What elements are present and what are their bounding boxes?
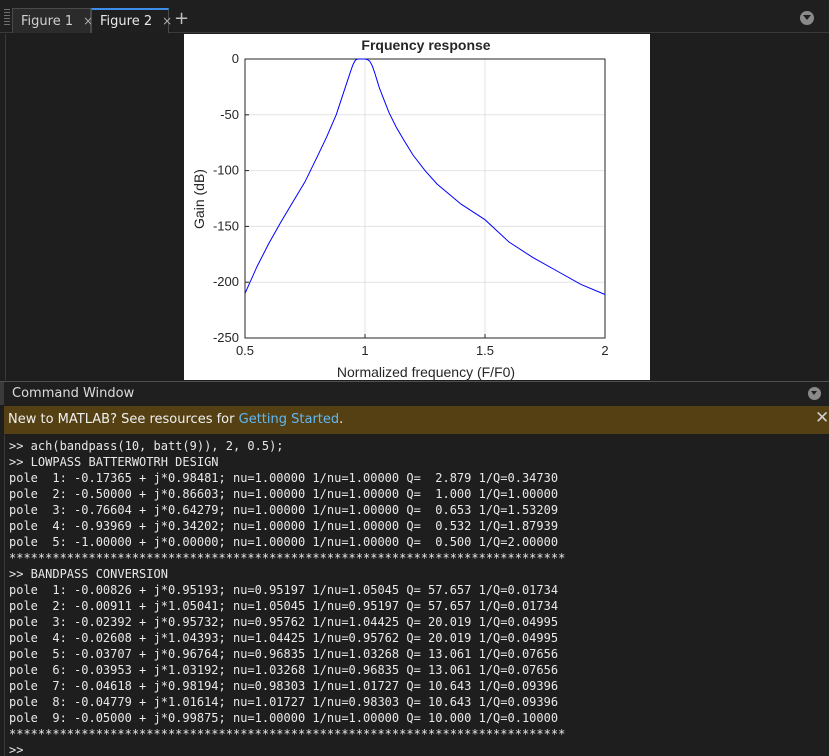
command-prompt[interactable]: >> xyxy=(9,742,23,756)
y-tick-label: -50 xyxy=(220,107,239,122)
tab-label: Figure 2 xyxy=(100,14,153,29)
axis-ticks: 0.5 1 1.5 2 0 -50 -100 -150 -200 -250 xyxy=(213,51,609,358)
close-icon[interactable]: × xyxy=(162,14,172,28)
figure-tab-bar: Figure 1 × Figure 2 × + xyxy=(0,0,829,33)
output-lines: >> ach(bandpass(10, batt(9)), 2, 0.5); >>… xyxy=(9,438,565,742)
getting-started-link[interactable]: Getting Started xyxy=(239,412,340,427)
console-line: pole 7: -0.04618 + j*0.98194; nu=0.98303… xyxy=(9,679,559,693)
banner-message: New to MATLAB? See resources for Getting… xyxy=(8,412,343,427)
x-tick-label: 2 xyxy=(601,343,608,358)
console-line: pole 4: -0.02608 + j*1.04393; nu=1.04425… xyxy=(9,631,559,645)
figure-canvas[interactable]: 0.5 1 1.5 2 0 -50 -100 -150 -200 -250 Frquency re… xyxy=(184,34,650,380)
console-line: pole 9: -0.05000 + j*0.99875; nu=1.00000… xyxy=(9,711,559,725)
plot-title: Frquency response xyxy=(361,37,490,53)
y-tick-label: -150 xyxy=(213,218,239,233)
getting-started-banner: New to MATLAB? See resources for Getting… xyxy=(4,406,829,434)
y-axis-label: Gain (dB) xyxy=(191,169,207,229)
tab-label: Figure 1 xyxy=(21,14,74,29)
y-tick-label: -200 xyxy=(213,274,239,289)
x-tick-label: 0.5 xyxy=(236,343,254,358)
banner-suffix: . xyxy=(339,412,344,427)
console-line: pole 2: -0.50000 + j*0.86603; nu=1.00000… xyxy=(9,487,559,501)
console-line: pole 6: -0.03953 + j*1.03192; nu=1.03268… xyxy=(9,663,559,677)
panel-menu-chevron-icon[interactable] xyxy=(808,387,821,400)
drag-handle-icon[interactable] xyxy=(4,9,10,25)
console-line: pole 3: -0.02392 + j*0.95732; nu=0.95762… xyxy=(9,615,559,629)
console-line: pole 1: -0.17365 + j*0.98481; nu=1.00000… xyxy=(9,471,559,485)
figure-area: 0.5 1 1.5 2 0 -50 -100 -150 -200 -250 Frquency re… xyxy=(0,34,829,380)
x-tick-label: 1.5 xyxy=(476,343,494,358)
console-line: >> ach(bandpass(10, batt(9)), 2, 0.5); xyxy=(9,439,284,453)
close-icon[interactable]: ✕ xyxy=(815,409,829,427)
tab-figure-2[interactable]: Figure 2 × xyxy=(91,8,172,33)
console-line: >> LOWPASS BATTERWOTRH DESIGN xyxy=(9,455,219,469)
console-line: pole 5: -0.03707 + j*0.96764; nu=0.96835… xyxy=(9,647,559,661)
console-line: pole 8: -0.04779 + j*1.01614; nu=1.01727… xyxy=(9,695,559,709)
tab-figure-1[interactable]: Figure 1 × xyxy=(12,8,93,33)
add-tab-button[interactable]: + xyxy=(174,8,189,30)
console-line: pole 3: -0.76604 + j*0.64279; nu=1.00000… xyxy=(9,503,559,517)
frequency-response-plot[interactable]: 0.5 1 1.5 2 0 -50 -100 -150 -200 -250 Frquency re… xyxy=(184,34,650,380)
y-tick-label: -250 xyxy=(213,330,239,345)
console-line: >> BANDPASS CONVERSION xyxy=(9,567,168,581)
console-line: pole 4: -0.93969 + j*0.34202; nu=1.00000… xyxy=(9,519,559,533)
y-tick-label: 0 xyxy=(232,51,239,66)
tab-menu-chevron-icon[interactable] xyxy=(800,11,814,25)
console-line: pole 5: -1.00000 + j*0.00000; nu=1.00000… xyxy=(9,535,559,549)
console-line: pole 1: -0.00826 + j*0.95193; nu=0.95197… xyxy=(9,583,559,597)
axes-box xyxy=(244,58,606,339)
console-line: ****************************************… xyxy=(9,727,566,741)
divider xyxy=(5,34,6,380)
y-tick-label: -100 xyxy=(213,163,239,178)
command-window-header: Command Window xyxy=(0,382,829,405)
gain-curve xyxy=(244,58,606,295)
console-line: pole 2: -0.00911 + j*1.05041; nu=1.05045… xyxy=(9,599,559,613)
command-window: Command Window New to MATLAB? See resour… xyxy=(0,381,829,756)
console-output[interactable]: >> ach(bandpass(10, batt(9)), 2, 0.5); >>… xyxy=(4,435,829,756)
x-tick-label: 1 xyxy=(361,343,368,358)
panel-title: Command Window xyxy=(12,386,135,401)
banner-text: New to MATLAB? See resources for xyxy=(8,412,239,427)
x-axis-label: Normalized frequency (F/F0) xyxy=(337,364,515,380)
console-line: ****************************************… xyxy=(9,551,566,565)
grid xyxy=(244,58,606,339)
